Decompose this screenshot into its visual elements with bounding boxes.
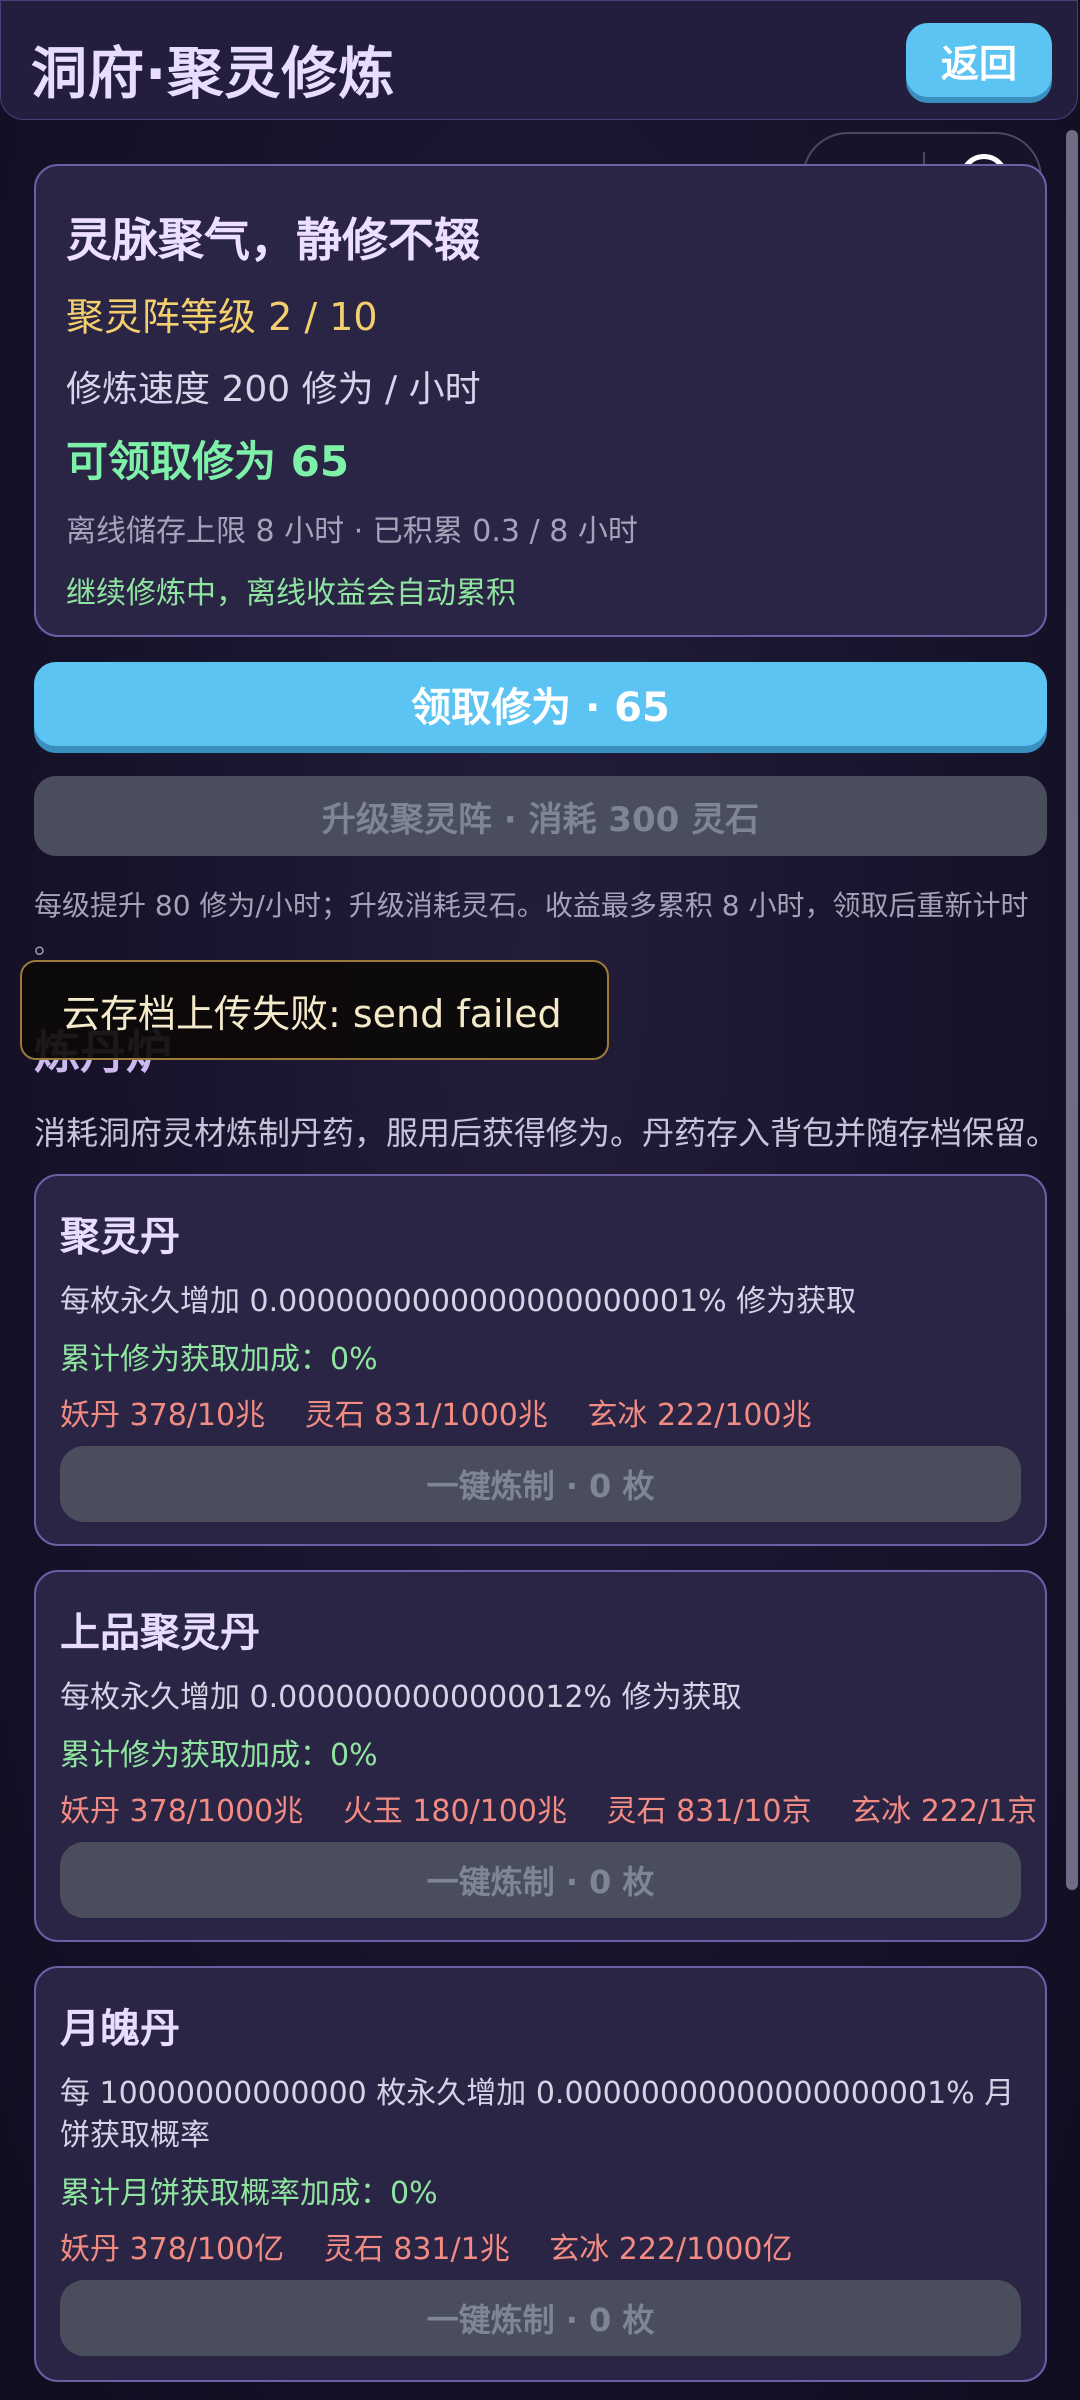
recipe-materials: 妖丹 378/1000兆 火玉 180/100兆 灵石 831/10京 玄冰 2…: [60, 1786, 1037, 1830]
header-bar: 洞府·聚灵修炼 返回: [0, 0, 1078, 120]
forge-button[interactable]: 一键炼制 · 0 枚: [60, 1446, 1021, 1522]
recipe-materials: 妖丹 378/100亿 灵石 831/1兆 玄冰 222/1000亿: [60, 2224, 793, 2268]
recipe-card: 月魄丹 每 10000000000000 枚永久增加 0.00000000000…: [34, 1966, 1047, 2382]
recipe-bonus: 累计月饼获取概率加成：0%: [60, 2176, 438, 2211]
recipe-name: 月魄丹: [60, 2006, 180, 2052]
cultivation-status-card: 灵脉聚气，静修不辍 聚灵阵等级 2 / 10 修炼速度 200 修为 / 小时 …: [34, 164, 1047, 637]
material-item: 灵石 831/1000兆: [304, 1398, 548, 1433]
material-item: 玄冰 222/100兆: [587, 1398, 812, 1433]
upgrade-note-tail: 。: [34, 927, 63, 960]
back-button[interactable]: 返回: [906, 23, 1052, 97]
material-item: 灵石 831/10京: [606, 1794, 812, 1829]
recipe-bonus: 累计修为获取加成：0%: [60, 1342, 378, 1377]
forge-button[interactable]: 一键炼制 · 0 枚: [60, 1842, 1021, 1918]
recipe-card: 上品聚灵丹 每枚永久增加 0.0000000000000012% 修为获取 累计…: [34, 1570, 1047, 1942]
recipe-name: 上品聚灵丹: [60, 1610, 260, 1656]
recipe-effect: 每枚永久增加 0.0000000000000000000001% 修为获取: [60, 1284, 857, 1319]
app-root: 洞府·聚灵修炼 返回 灵脉聚气，静修不辍 聚灵阵等级 2 / 10 修炼速度 2…: [0, 0, 1080, 2400]
upgrade-array-button[interactable]: 升级聚灵阵 · 消耗 300 灵石: [34, 776, 1047, 856]
recipe-card: 聚灵丹 每枚永久增加 0.0000000000000000000001% 修为获…: [34, 1174, 1047, 1546]
recipe-effect: 每枚永久增加 0.0000000000000012% 修为获取: [60, 1680, 742, 1715]
upgrade-note: 每级提升 80 修为/小时；升级消耗灵石。收益最多累积 8 小时，领取后重新计时: [34, 889, 1029, 922]
array-level: 聚灵阵等级 2 / 10: [66, 295, 378, 339]
material-item: 玄冰 222/1京: [851, 1794, 1038, 1829]
material-item: 玄冰 222/1000亿: [549, 2232, 793, 2267]
recipe-bonus: 累计修为获取加成：0%: [60, 1738, 378, 1773]
scrollbar[interactable]: [1066, 130, 1078, 1890]
offline-info: 离线储存上限 8 小时 · 已积累 0.3 / 8 小时: [66, 514, 638, 549]
page-title: 洞府·聚灵修炼: [31, 42, 396, 107]
material-item: 灵石 831/1兆: [323, 2232, 510, 2267]
claim-button[interactable]: 领取修为 · 65: [34, 662, 1047, 746]
material-item: 妖丹 378/10兆: [60, 1398, 266, 1433]
material-item: 妖丹 378/1000兆: [60, 1794, 304, 1829]
status-title: 灵脉聚气，静修不辍: [66, 213, 480, 267]
cultivation-speed: 修炼速度 200 修为 / 小时: [66, 369, 481, 410]
material-item: 火玉 180/100兆: [342, 1794, 567, 1829]
error-toast: 云存档上传失败: send failed: [20, 960, 609, 1060]
material-item: 妖丹 378/100亿: [60, 2232, 285, 2267]
status-hint: 继续修炼中，离线收益会自动累积: [66, 576, 516, 611]
recipe-name: 聚灵丹: [60, 1214, 180, 1260]
alchemy-description: 消耗洞府灵材炼制丹药，服用后获得修为。丹药存入背包并随存档保留。: [34, 1114, 1059, 1152]
recipe-effect: 每 10000000000000 枚永久增加 0.000000000000000…: [60, 2076, 1015, 2111]
recipe-materials: 妖丹 378/10兆 灵石 831/1000兆 玄冰 222/100兆: [60, 1390, 812, 1434]
recipe-effect-cont: 饼获取概率: [60, 2118, 210, 2153]
claimable-amount: 可领取修为 65: [66, 437, 350, 486]
forge-button[interactable]: 一键炼制 · 0 枚: [60, 2280, 1021, 2356]
